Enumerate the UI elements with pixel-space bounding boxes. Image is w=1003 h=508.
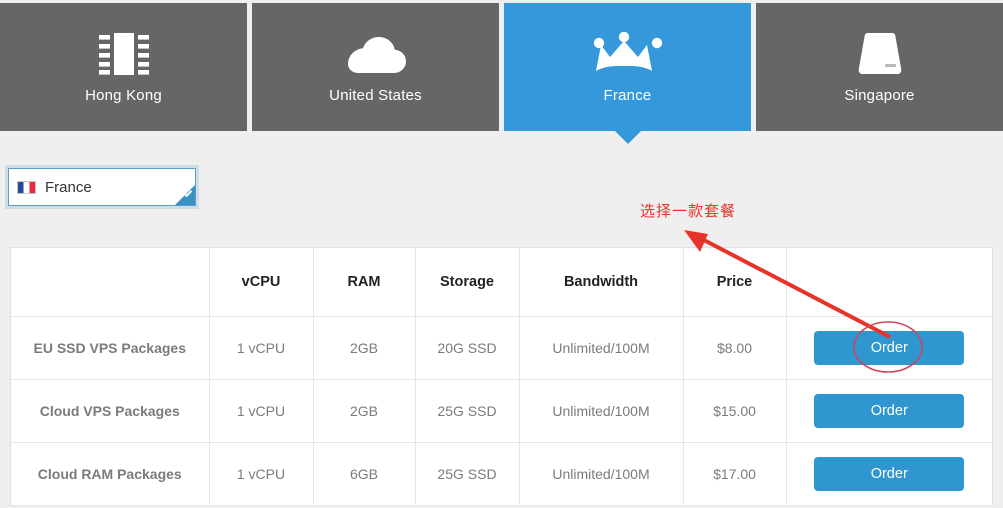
package-price: $15.00 <box>683 379 787 443</box>
order-button[interactable]: Order <box>814 393 965 428</box>
table-row: Cloud VPS Packages 1 vCPU 2GB 25G SSD Un… <box>11 379 992 443</box>
column-header-storage: Storage <box>415 248 520 317</box>
package-vcpu: 1 vCPU <box>209 316 314 380</box>
package-vcpu: 1 vCPU <box>209 379 314 443</box>
column-header-action <box>786 248 992 317</box>
table-row: EU SSD VPS Packages 1 vCPU 2GB 20G SSD U… <box>11 316 992 380</box>
package-name: Cloud RAM Packages <box>11 442 210 506</box>
column-header-price: Price <box>683 248 787 317</box>
package-price: $8.00 <box>683 316 787 380</box>
package-action-cell: Order <box>786 379 992 443</box>
cpu-chip-icon <box>96 25 152 83</box>
server-icon <box>854 25 906 83</box>
location-tile-label: France <box>603 87 652 104</box>
cloud-icon <box>344 25 408 83</box>
package-ram: 6GB <box>313 442 416 506</box>
package-name: EU SSD VPS Packages <box>11 316 210 380</box>
country-select-value: France <box>45 178 92 196</box>
package-action-cell: Order <box>786 316 992 380</box>
packages-table-wrapper: vCPU RAM Storage Bandwidth Price EU SSD … <box>10 247 993 506</box>
package-bandwidth: Unlimited/100M <box>519 442 684 506</box>
country-select[interactable]: France <box>5 165 199 209</box>
packages-table: vCPU RAM Storage Bandwidth Price EU SSD … <box>11 248 992 506</box>
package-bandwidth: Unlimited/100M <box>519 316 684 380</box>
package-name: Cloud VPS Packages <box>11 379 210 443</box>
column-header-name <box>11 248 210 317</box>
location-tile-label: Singapore <box>844 87 915 104</box>
annotation-text: 选择一款套餐 <box>640 203 737 220</box>
page-root: Hong Kong United States France Singapore… <box>0 0 1003 508</box>
package-vcpu: 1 vCPU <box>209 442 314 506</box>
crown-icon <box>593 25 663 83</box>
column-header-bandwidth: Bandwidth <box>519 248 684 317</box>
location-tile-singapore[interactable]: Singapore <box>756 3 1003 131</box>
table-header-row: vCPU RAM Storage Bandwidth Price <box>11 248 992 317</box>
table-row: Cloud RAM Packages 1 vCPU 6GB 25G SSD Un… <box>11 442 992 506</box>
location-tile-label: United States <box>329 87 422 104</box>
location-tile-hong-kong[interactable]: Hong Kong <box>0 3 247 131</box>
location-tile-united-states[interactable]: United States <box>252 3 499 131</box>
location-tile-label: Hong Kong <box>85 87 162 104</box>
package-ram: 2GB <box>313 379 416 443</box>
column-header-ram: RAM <box>313 248 416 317</box>
order-button[interactable]: Order <box>814 330 965 365</box>
selected-tile-pointer-icon <box>614 131 641 144</box>
package-storage: 25G SSD <box>415 379 520 443</box>
package-bandwidth: Unlimited/100M <box>519 379 684 443</box>
package-storage: 25G SSD <box>415 442 520 506</box>
package-ram: 2GB <box>313 316 416 380</box>
country-select-wrapper: France <box>5 165 199 209</box>
package-price: $17.00 <box>683 442 787 506</box>
package-storage: 20G SSD <box>415 316 520 380</box>
location-tile-france[interactable]: France <box>504 3 751 144</box>
location-tiles: Hong Kong United States France Singapore <box>0 3 1003 144</box>
check-corner-icon <box>175 185 195 205</box>
france-flag-icon <box>17 180 36 194</box>
column-header-vcpu: vCPU <box>209 248 314 317</box>
order-button[interactable]: Order <box>814 456 965 491</box>
package-action-cell: Order <box>786 442 992 506</box>
